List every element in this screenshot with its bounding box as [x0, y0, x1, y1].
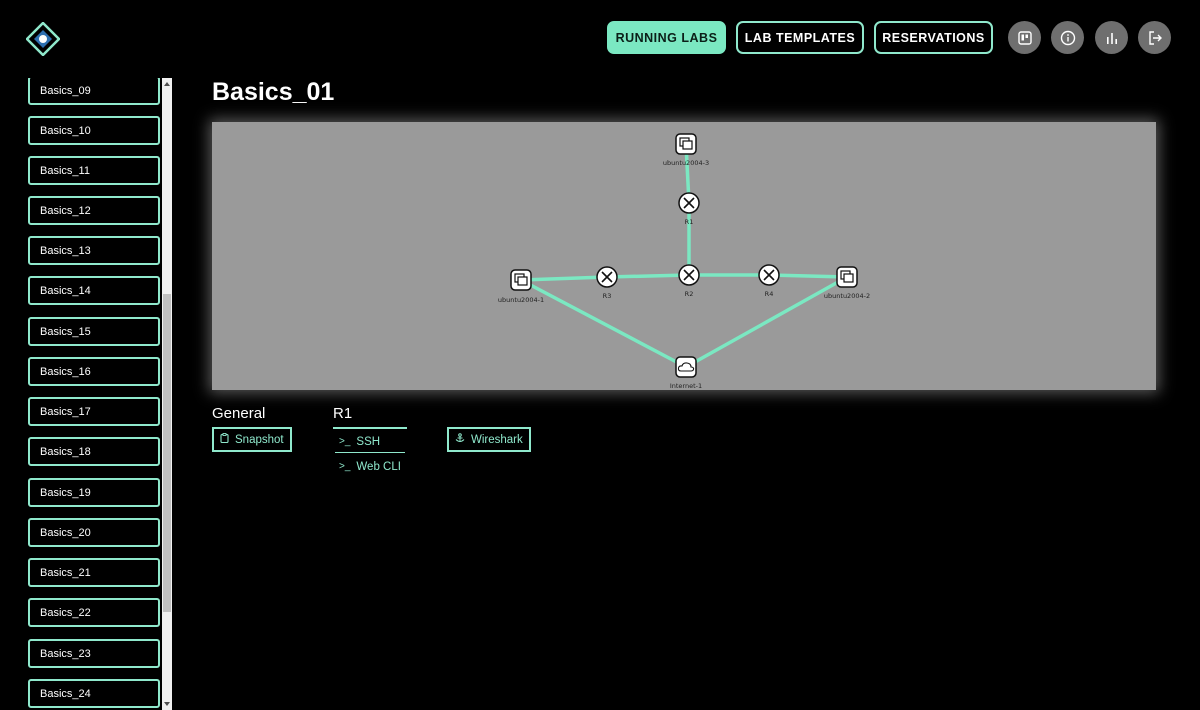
- node-label: Internet-1: [670, 382, 702, 390]
- scrollbar-thumb[interactable]: [163, 294, 171, 612]
- node-label: ubuntu2004-1: [498, 296, 544, 304]
- nav-lab-templates[interactable]: LAB TEMPLATES: [736, 21, 864, 54]
- lab-list-item[interactable]: Basics_19: [28, 478, 160, 507]
- snapshot-button[interactable]: Snapshot: [212, 427, 292, 452]
- lab-list-item[interactable]: Basics_16: [28, 357, 160, 386]
- app-logo[interactable]: [25, 21, 61, 57]
- scroll-down-icon[interactable]: [162, 698, 172, 710]
- topology-links: [520, 143, 848, 369]
- lab-list-item[interactable]: Basics_21: [28, 558, 160, 587]
- web-cli-label: Web CLI: [356, 460, 401, 473]
- kanban-button[interactable]: [1008, 21, 1041, 54]
- clipboard-icon: [220, 433, 229, 446]
- topology-node-r1[interactable]: R1: [678, 192, 700, 226]
- divider: [335, 452, 405, 453]
- lab-list-item[interactable]: Basics_18: [28, 437, 160, 466]
- node-label: R3: [603, 292, 612, 300]
- anchor-icon: [455, 433, 465, 446]
- lab-list-item[interactable]: Basics_12: [28, 196, 160, 225]
- node-label: ubuntu2004-3: [663, 159, 709, 167]
- lab-list-item[interactable]: Basics_14: [28, 276, 160, 305]
- topology-node-r2[interactable]: R2: [678, 264, 700, 298]
- lab-list-item[interactable]: Basics_15: [28, 317, 160, 346]
- kanban-icon: [1017, 30, 1032, 45]
- sidebar-scrollbar[interactable]: [162, 78, 172, 710]
- node-label: R2: [685, 290, 694, 298]
- node-label: R4: [765, 290, 774, 298]
- lab-list-item[interactable]: Basics_20: [28, 518, 160, 547]
- web-cli-button[interactable]: >_ Web CLI: [333, 454, 407, 479]
- lab-list-item[interactable]: Basics_09: [28, 78, 160, 105]
- lab-list-sidebar[interactable]: Basics_09 Basics_10 Basics_11 Basics_12 …: [0, 78, 174, 710]
- lab-list-item[interactable]: Basics_22: [28, 598, 160, 627]
- lab-list-item[interactable]: Basics_23: [28, 639, 160, 668]
- lab-list-item[interactable]: Basics_17: [28, 397, 160, 426]
- ssh-label: SSH: [356, 435, 381, 448]
- topology-node-r3[interactable]: R3: [596, 266, 618, 300]
- ssh-button[interactable]: >_ SSH: [333, 429, 407, 454]
- stats-button[interactable]: [1095, 21, 1128, 54]
- nav-reservations[interactable]: RESERVATIONS: [874, 21, 993, 54]
- lab-list-item[interactable]: Basics_11: [28, 156, 160, 185]
- page-title: Basics_01: [212, 78, 335, 106]
- terminal-icon: >_: [339, 461, 351, 472]
- bar-chart-icon: [1106, 32, 1117, 44]
- info-button[interactable]: [1051, 21, 1084, 54]
- info-icon: [1060, 30, 1075, 45]
- lab-list-item[interactable]: Basics_24: [28, 679, 160, 708]
- lab-list-item[interactable]: Basics_10: [28, 116, 160, 145]
- general-section-label: General: [212, 405, 266, 422]
- topology-node-ubuntu2004-2[interactable]: ubuntu2004-2: [824, 266, 870, 300]
- r1-access-group: >_ SSH >_ Web CLI: [333, 427, 407, 479]
- snapshot-label: Snapshot: [235, 433, 284, 446]
- topology-node-ubuntu2004-3[interactable]: ubuntu2004-3: [663, 133, 709, 167]
- logout-button[interactable]: [1138, 21, 1171, 54]
- node-label: R1: [685, 218, 694, 226]
- logout-icon: [1148, 30, 1162, 45]
- lab-list-item[interactable]: Basics_13: [28, 236, 160, 265]
- scroll-up-icon[interactable]: [162, 78, 172, 90]
- wireshark-label: Wireshark: [471, 433, 523, 446]
- topology-node-r4[interactable]: R4: [758, 264, 780, 298]
- topology-canvas[interactable]: ubuntu2004-3 R1 ubuntu2004-1 R3 R2 R4 ub…: [212, 122, 1156, 390]
- node-label: ubuntu2004-2: [824, 292, 870, 300]
- nav-running-labs[interactable]: RUNNING LABS: [607, 21, 726, 54]
- wireshark-button[interactable]: Wireshark: [447, 427, 531, 452]
- node-section-label: R1: [333, 405, 353, 422]
- terminal-icon: >_: [339, 436, 351, 447]
